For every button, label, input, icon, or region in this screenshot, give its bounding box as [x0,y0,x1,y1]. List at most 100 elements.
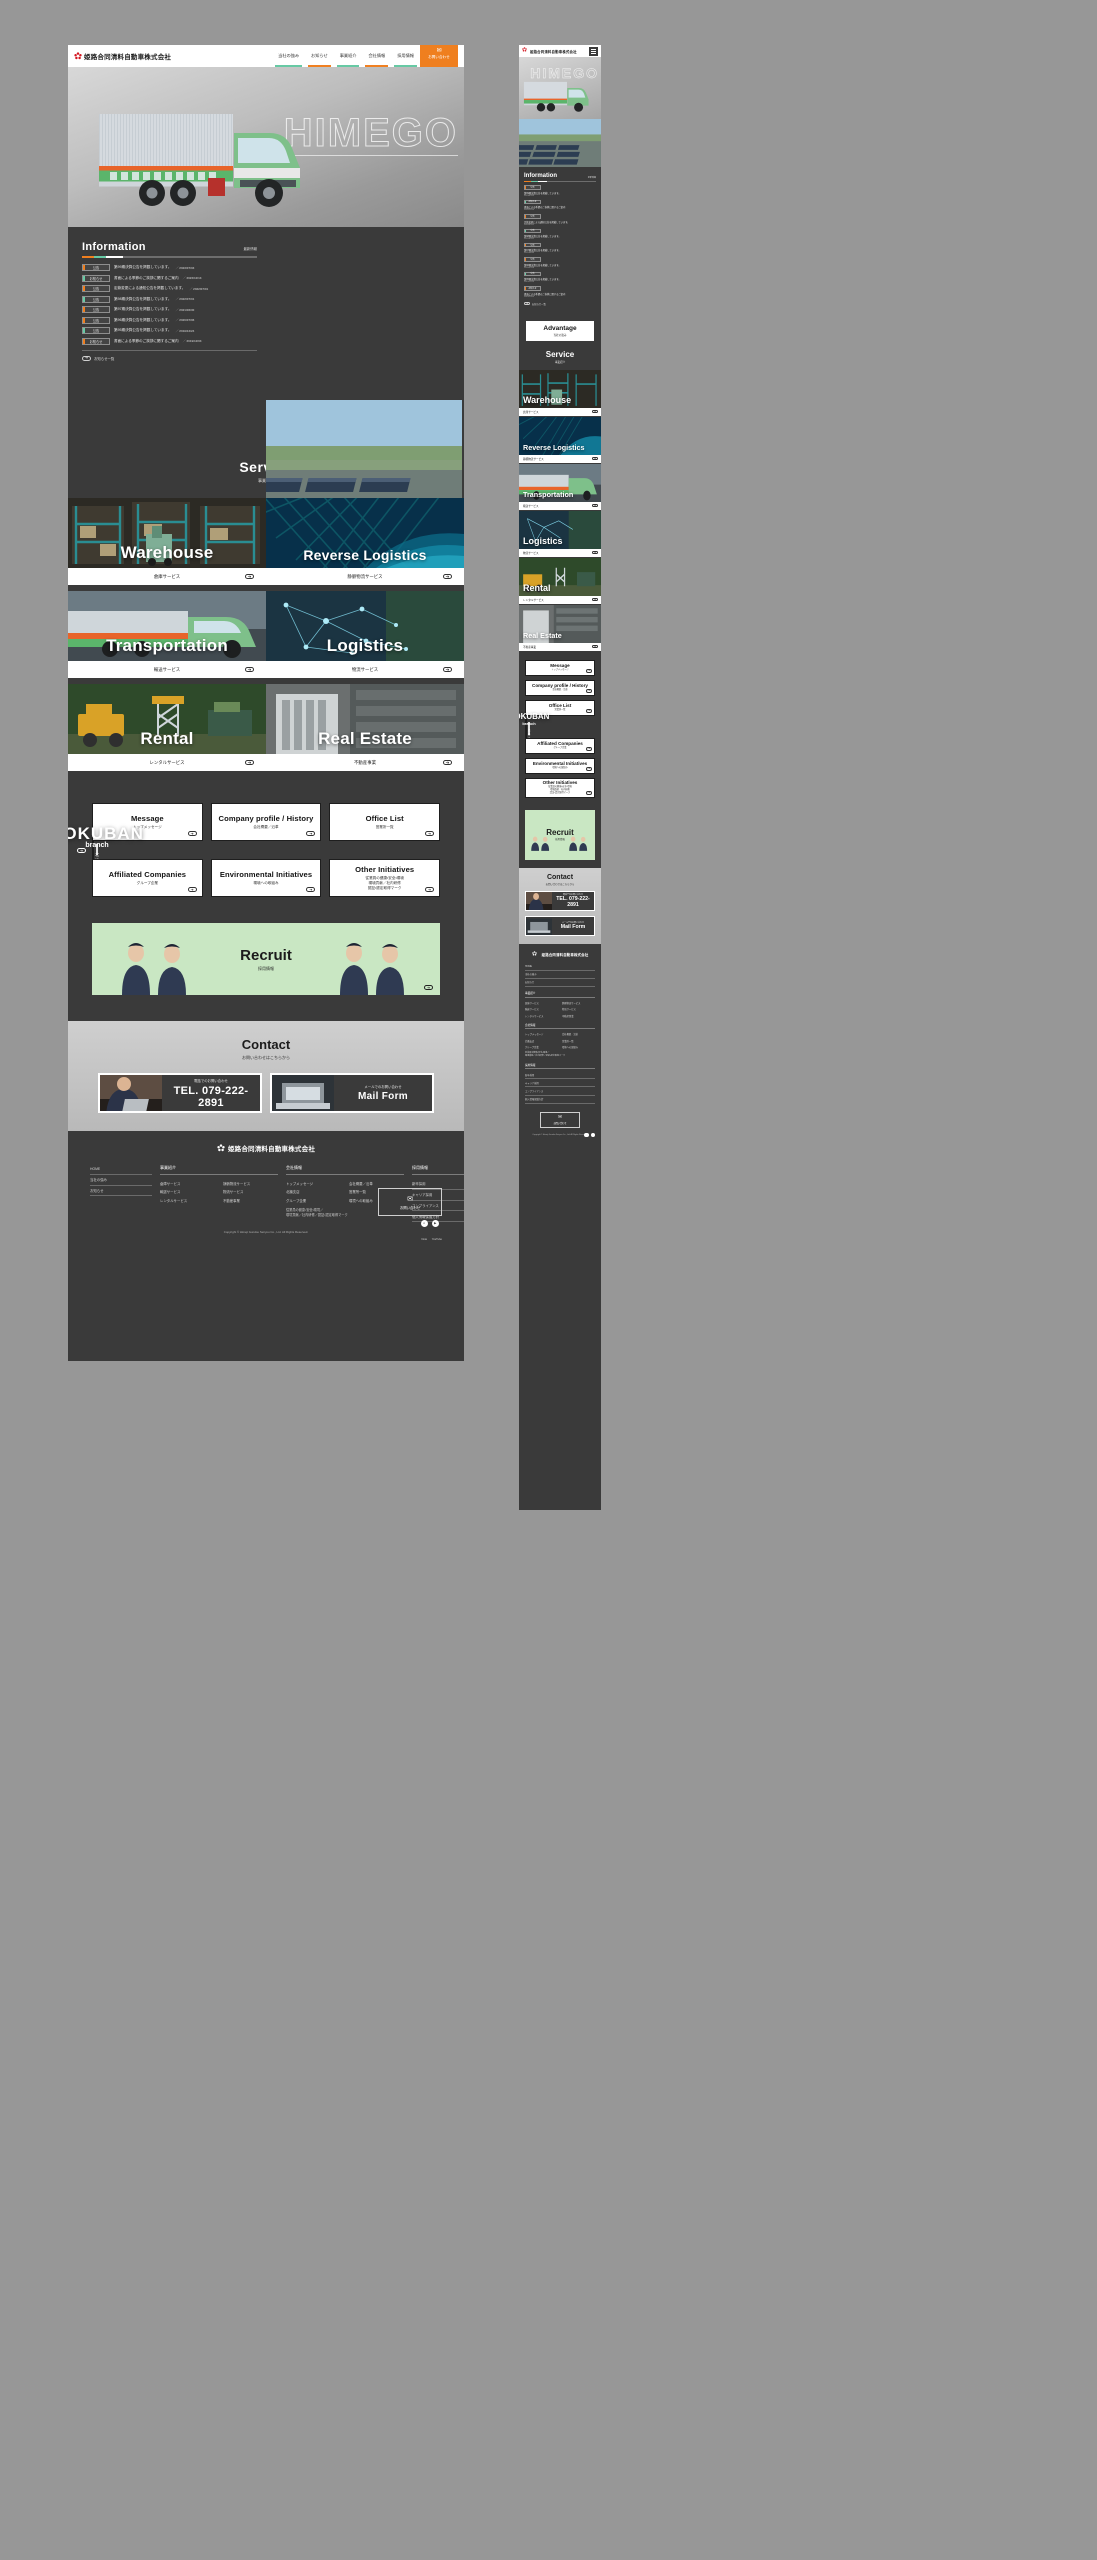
service-card-grid-3: Rental レンタルサービス ➔ Real Estate 不動産事業 ➔ [68,684,464,773]
link-card-hokuban-branch[interactable]: HOKUBAN branch 北播支店 ➔ [68,824,143,875]
footer-contact-button[interactable]: ✉ お問い合わせ [378,1188,442,1217]
footer-link-recruit[interactable]: 個人情報保護方針 [525,1096,595,1104]
footer-link-company[interactable]: グループ企業 [525,1044,558,1050]
mobile-service-card-reverse-logistics[interactable]: Reverse Logistics 静脈物流サービス ➔ [519,416,601,464]
mobile-service-card-logistics[interactable]: Logistics 物流サービス ➔ [519,510,601,558]
mobile-page-preview: 姫路合同清料自動車株式会社 HIMEGO Information 最新情報 公告… [519,45,601,1510]
link-card-affiliated-companies[interactable]: Affiliated Companies グループ企業 ➔ [92,859,203,897]
mobile-news-item[interactable]: お知らせ 書面による季節のご挨拶に関するご案内 2022/12/13 [524,199,596,211]
service-card-reverse-logistics[interactable]: Reverse Logistics 静脈物流サービス ➔ [266,498,464,587]
footer-link-company[interactable]: トップメッセージ [286,1179,341,1188]
mobile-news-item[interactable]: 公告 第99期決算公告を掲載しています。 2023/07/03 [524,185,596,197]
link-card-environmental-initiatives[interactable]: Environmental Initiatives 環境への取組み ➔ [210,859,322,897]
service-card-jp: 不動産事業 [523,645,536,649]
news-item[interactable]: お知らせ 書面による季節のご挨拶に関するご案内 ／ 2022/12/13 [82,274,257,282]
contact-card-tel[interactable]: 電話でのお問い合わせ TEL. 079-222-2891 [98,1073,262,1113]
mobile-advantage-card[interactable]: Advantage 当社の強み [525,319,595,342]
nav-item-news[interactable]: お知らせ [305,45,334,67]
arrow-right-icon: ➔ [443,760,452,765]
footer-link-news[interactable]: お知らせ [525,979,595,988]
footer-logo[interactable]: 姫路合同清料自動車株式会社 [90,1143,442,1153]
mobile-news-item[interactable]: 公告 定款変更による通知公告を掲載しています。 2022/07/01 [524,214,596,226]
mobile-footer-logo[interactable]: 姫路合同清料自動車株式会社 [525,950,595,959]
nav-item-recruit[interactable]: 採用情報 [391,45,420,67]
mobile-service-card-rental[interactable]: Rental レンタルサービス ➔ [519,557,601,605]
service-card-transportation[interactable]: Transportation 輸送サービス ➔ [68,591,266,680]
footer-link-company[interactable]: グループ企業 [286,1196,341,1205]
footer-link-recruit[interactable]: 新卒採用 [525,1071,595,1080]
footer-link-recruit[interactable]: キャリア採用 [525,1079,595,1088]
service-card-real-estate[interactable]: Real Estate 不動産事業 ➔ [266,684,464,773]
news-date: 2023/07/03 [524,194,535,197]
mobile-news-item[interactable]: 公告 第96期決算公告を掲載しています。 2020/07/06 [524,257,596,269]
footer-link-service[interactable]: レンタルサービス [525,1012,558,1018]
link-card-company-profile[interactable]: Company profile / History 会社概要／沿革 ➔ [210,803,322,841]
contact-tel-kicker: 電話でのお問い合わせ [194,1078,228,1083]
news-item[interactable]: 公告 第95期決算公告を掲載しています。 ／ 2019/12/24 [82,327,257,334]
footer-link-service[interactable]: 輸送サービス [160,1188,215,1197]
youtube-icon[interactable] [590,1132,595,1138]
mobile-recruit-banner[interactable]: Recruit 採用情報 [525,809,595,860]
contact-card-mail[interactable]: メールでのお問い合わせ Mail Form [270,1073,434,1113]
service-card-warehouse[interactable]: Warehouse 倉庫サービス ➔ [68,498,266,587]
news-item[interactable]: 公告 第97期決算公告を掲載しています。 ／ 2021/06/30 [82,306,257,313]
mobile-link-card-message[interactable]: Message トップメッセージ ➔ [525,659,595,676]
youtube-icon[interactable]: ▶ [431,1219,439,1227]
footer-link-service[interactable]: レンタルサービス [160,1196,215,1205]
footer-link-company[interactable]: 北播支店 [286,1188,341,1197]
news-item[interactable]: お知らせ 書面による季節のご挨拶に関するご案内 ／ 2019/12/03 [82,337,257,345]
note-icon[interactable] [584,1132,589,1138]
nav-item-company[interactable]: 会社情報 [362,45,391,67]
mobile-service-card-real-estate[interactable]: Real Estate 不動産事業 ➔ [519,604,601,652]
mobile-link-card-company-profile[interactable]: Company profile / History 会社概要／沿革 ➔ [525,679,595,696]
footer-link-service[interactable]: 不動産事業 [223,1196,278,1205]
recruit-banner[interactable]: Recruit 採用情報 ➔ [92,923,440,995]
mobile-contact-card-tel[interactable]: 電話でのお問い合わせ TEL. 079-222-2891 [525,890,595,911]
mobile-news-item[interactable]: 公告 第97期決算公告を掲載しています。 2021/06/30 [524,242,596,254]
mobile-news-list-link[interactable]: ➔ お知らせ一覧 [524,301,596,306]
site-logo[interactable]: 姫路合同清料自動車株式会社 [74,51,171,61]
note-icon[interactable]: n [420,1219,428,1227]
footer-link-service[interactable]: 倉庫サービス [160,1179,215,1188]
mobile-news-item[interactable]: 公告 第98期決算公告を掲載しています。 2022/07/01 [524,228,596,240]
nav-item-strength[interactable]: 当社の強み [272,45,305,67]
nav-item-services[interactable]: 事業紹介 [334,45,363,67]
mobile-service-card-warehouse[interactable]: Warehouse 倉庫サービス ➔ [519,369,601,417]
news-item[interactable]: 公告 第98期決算公告を掲載しています。 ／ 2022/07/01 [82,295,257,303]
footer-link-service[interactable]: 物流サービス [223,1188,278,1197]
news-item[interactable]: 公告 第96期決算公告を掲載しています。 ／ 2020/07/06 [82,316,257,324]
mobile-service-card-transportation[interactable]: Transportation 輸送サービス ➔ [519,463,601,511]
mobile-link-card-hokuban-branch[interactable]: HOKUBAN branch 北播支店 [519,712,549,744]
news-item[interactable]: 公告 第99期決算公告を掲載しています。 ／ 2023/07/03 [82,264,257,271]
footer-link-company[interactable]: 会社概要／沿革 [349,1179,404,1188]
mobile-link-card-other-initiatives[interactable]: Other Initiatives 従業員の健康・安全・環境 環境貢献／社内研修… [525,777,595,798]
warehouse-racking-photo: Warehouse [68,498,266,568]
header-contact-label: お問い合わせ [428,54,450,59]
hamburger-menu-icon[interactable] [589,46,598,56]
footer-link-home[interactable]: HOME [90,1165,152,1175]
mobile-link-card-environmental-initiatives[interactable]: Environmental Initiatives 環境への取組み ➔ [525,757,595,774]
mobile-link-card-affiliated-companies[interactable]: Affiliated Companies グループ企業 ➔ [525,737,595,754]
footer-link-company[interactable]: 環境への取組み [562,1044,595,1050]
news-list-link[interactable]: ➔ お知らせ一覧 [82,355,257,361]
footer-link-news[interactable]: お知らせ [90,1186,152,1197]
link-card-sub: 営業所一覧 [375,825,394,830]
mobile-news-item[interactable]: 公告 第95期決算公告を掲載しています。 2019/12/24 [524,271,596,283]
footer-link-service[interactable]: 静脈物流サービス [223,1179,278,1188]
header-contact-button[interactable]: ✉ お問い合わせ [420,45,458,67]
mobile-news-item[interactable]: お知らせ 書面による季節のご挨拶に関するご案内 2019/12/03 [524,286,596,298]
footer-link-service[interactable]: 不動産事業 [562,1012,595,1018]
service-card-rental[interactable]: Rental レンタルサービス ➔ [68,684,266,773]
service-card-caption: 静脈物流サービス ➔ [266,568,464,587]
footer-link-strength[interactable]: 当社の強み [525,971,595,979]
footer-link-recruit[interactable]: コンプライアンス [525,1087,595,1096]
service-card-logistics[interactable]: Logistics 物流サービス ➔ [266,591,464,680]
mobile-contact-card-mail[interactable]: メールでのお問い合わせ Mail Form [525,915,595,936]
mobile-footer-contact-button[interactable]: ✉ お問い合わせ [540,1111,580,1128]
footer-link-strength[interactable]: 当社の強み [90,1175,152,1186]
hands-on-laptop-photo [272,1075,334,1111]
contact-mail-label: Mail Form [358,1091,408,1102]
news-item[interactable]: 公告 定款変更による通知公告を掲載しています。 ／ 2022/07/01 [82,285,257,292]
link-card-office-list[interactable]: Office List 営業所一覧 ➔ [329,803,441,841]
link-card-other-initiatives[interactable]: Other Initiatives 従業員の健康・安全・環境 環境貢献／社内研修… [329,859,441,897]
